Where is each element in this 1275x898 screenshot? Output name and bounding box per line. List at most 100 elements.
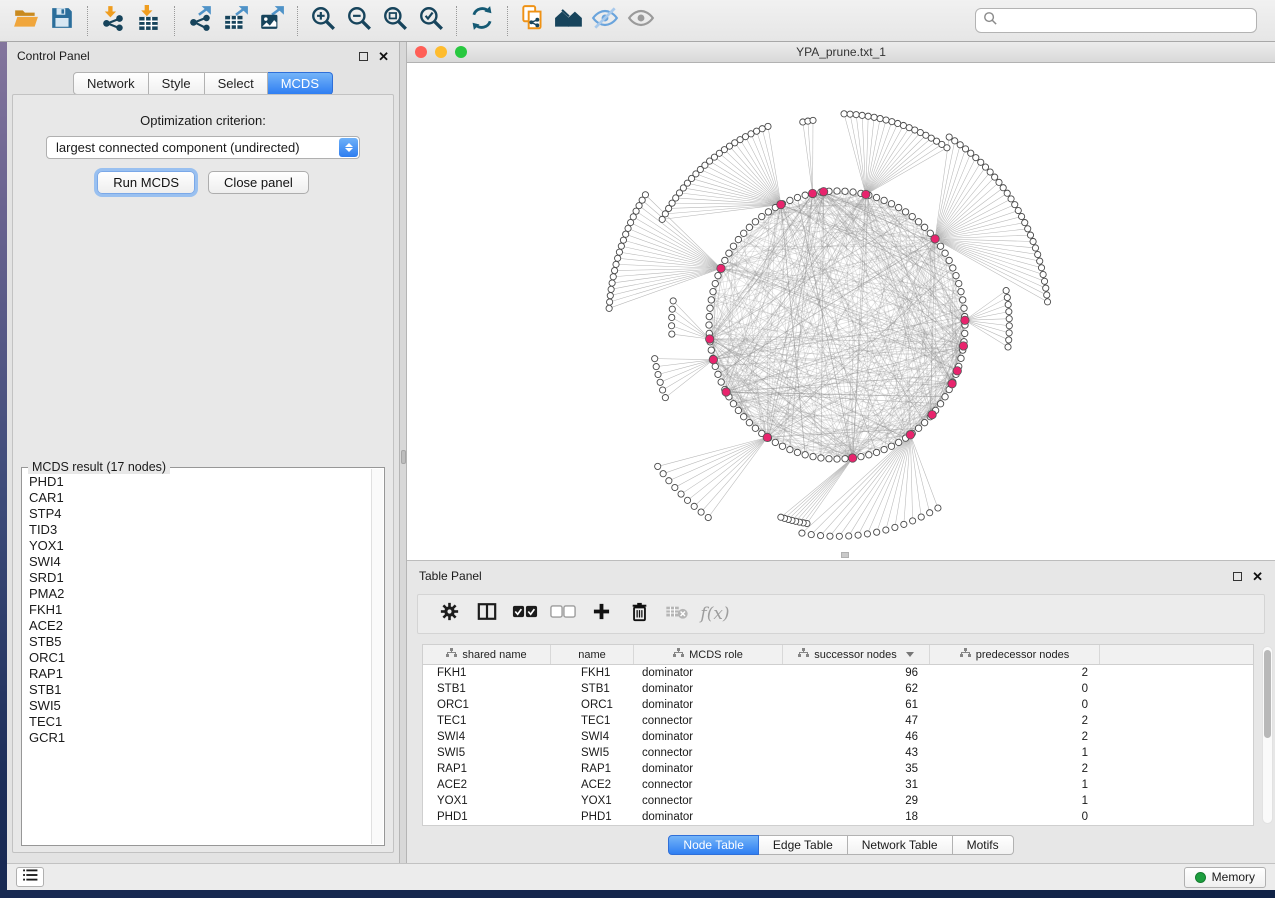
- import-table-button[interactable]: [131, 4, 167, 38]
- search-field[interactable]: [975, 8, 1257, 33]
- mcds-result-item[interactable]: ORC1: [29, 650, 370, 666]
- tab-select[interactable]: Select: [205, 72, 268, 95]
- export-network-button[interactable]: [182, 4, 218, 38]
- mcds-result-item[interactable]: SWI4: [29, 554, 370, 570]
- tab-edge-table[interactable]: Edge Table: [759, 835, 848, 855]
- mcds-result-item[interactable]: STB5: [29, 634, 370, 650]
- mcds-result-item[interactable]: ACE2: [29, 618, 370, 634]
- toolbar-separator: [297, 6, 298, 36]
- table-panel: Table Panel ✕ f(x) shared: [407, 560, 1275, 863]
- mcds-result-item[interactable]: TEC1: [29, 714, 370, 730]
- mcds-result-item[interactable]: PMA2: [29, 586, 370, 602]
- mcds-result-item[interactable]: TID3: [29, 522, 370, 538]
- refresh-icon: [469, 5, 495, 36]
- splitter-grip[interactable]: [401, 450, 406, 464]
- deselect-all-rows-button[interactable]: [544, 598, 582, 630]
- network-titlebar[interactable]: YPA_prune.txt_1: [407, 42, 1275, 63]
- zoom-in-button[interactable]: [305, 4, 341, 38]
- vertical-splitter[interactable]: [400, 42, 407, 863]
- network-canvas[interactable]: [407, 63, 1275, 560]
- mcds-result-item[interactable]: RAP1: [29, 666, 370, 682]
- search-input[interactable]: [998, 14, 1249, 28]
- table-row[interactable]: SWI4SWI4dominator462: [423, 729, 1253, 745]
- cell-successor-nodes: 31: [783, 779, 930, 791]
- task-history-button[interactable]: [16, 867, 44, 887]
- optimization-criterion-select[interactable]: largest connected component (undirected): [46, 136, 360, 159]
- table-settings-button[interactable]: [430, 598, 468, 630]
- export-image-button[interactable]: [254, 4, 290, 38]
- refresh-layout-button[interactable]: [464, 4, 500, 38]
- run-mcds-button[interactable]: Run MCDS: [97, 171, 195, 194]
- mcds-result-item[interactable]: SRD1: [29, 570, 370, 586]
- column-header-predecessor-nodes[interactable]: predecessor nodes: [930, 645, 1100, 664]
- close-table-panel-icon[interactable]: ✕: [1252, 572, 1263, 581]
- cell-shared-name: PHD1: [423, 811, 551, 823]
- mcds-result-item[interactable]: STP4: [29, 506, 370, 522]
- table-row[interactable]: YOX1YOX1connector291: [423, 793, 1253, 809]
- mcds-tab-content: Optimization criterion: largest connecte…: [12, 94, 394, 853]
- select-all-rows-button[interactable]: [506, 598, 544, 630]
- save-session-button[interactable]: [44, 4, 80, 38]
- column-header-successor-nodes[interactable]: successor nodes: [783, 645, 930, 664]
- tab-style[interactable]: Style: [149, 72, 205, 95]
- tab-motifs[interactable]: Motifs: [953, 835, 1014, 855]
- column-header-MCDS-role[interactable]: MCDS role: [634, 645, 783, 664]
- memory-button[interactable]: Memory: [1184, 867, 1266, 888]
- table-row[interactable]: RAP1RAP1dominator352: [423, 761, 1253, 777]
- close-panel-button[interactable]: Close panel: [208, 171, 309, 194]
- eye-slash-icon: [591, 6, 619, 35]
- table-panel-title: Table Panel: [419, 569, 482, 583]
- export-table-button[interactable]: [218, 4, 254, 38]
- zoom-out-button[interactable]: [341, 4, 377, 38]
- table-row[interactable]: SWI5SWI5connector431: [423, 745, 1253, 761]
- float-panel-icon[interactable]: [359, 52, 368, 61]
- cell-name: ORC1: [551, 699, 634, 711]
- column-header-shared-name[interactable]: shared name: [423, 645, 551, 664]
- table-row[interactable]: STB1STB1dominator620: [423, 681, 1253, 697]
- cell-shared-name: RAP1: [423, 763, 551, 775]
- new-network-from-selection-button[interactable]: [515, 4, 551, 38]
- table-row[interactable]: TEC1TEC1connector472: [423, 713, 1253, 729]
- open-session-button[interactable]: [8, 4, 44, 38]
- create-column-button[interactable]: [582, 598, 620, 630]
- import-table-icon: [136, 5, 162, 36]
- mcds-list-scrollbar[interactable]: [371, 469, 383, 844]
- function-builder-button[interactable]: f(x): [696, 598, 734, 630]
- mcds-result-item[interactable]: CAR1: [29, 490, 370, 506]
- show-all-button[interactable]: [623, 4, 659, 38]
- delete-table-button[interactable]: [658, 598, 696, 630]
- toggle-column-view-button[interactable]: [468, 598, 506, 630]
- mcds-result-item[interactable]: STB1: [29, 682, 370, 698]
- tab-network[interactable]: Network: [73, 72, 149, 95]
- table-row[interactable]: ACE2ACE2connector311: [423, 777, 1253, 793]
- zoom-selected-button[interactable]: [413, 4, 449, 38]
- tab-mcds[interactable]: MCDS: [268, 72, 333, 95]
- mcds-result-list[interactable]: PHD1CAR1STP4TID3YOX1SWI4SRD1PMA2FKH1ACE2…: [24, 470, 370, 843]
- hide-selected-button[interactable]: [587, 4, 623, 38]
- mcds-result-item[interactable]: YOX1: [29, 538, 370, 554]
- first-neighbors-button[interactable]: [551, 4, 587, 38]
- cell-shared-name: YOX1: [423, 795, 551, 807]
- zoom-in-icon: [310, 5, 336, 36]
- mcds-result-item[interactable]: GCR1: [29, 730, 370, 746]
- close-panel-icon[interactable]: ✕: [378, 52, 389, 61]
- mcds-result-item[interactable]: SWI5: [29, 698, 370, 714]
- mcds-result-item[interactable]: PHD1: [29, 474, 370, 490]
- table-scrollbar-thumb[interactable]: [1264, 650, 1271, 738]
- zoom-fit-button[interactable]: [377, 4, 413, 38]
- import-network-button[interactable]: [95, 4, 131, 38]
- table-row[interactable]: ORC1ORC1dominator610: [423, 697, 1253, 713]
- tab-network-table[interactable]: Network Table: [848, 835, 953, 855]
- table-row[interactable]: FKH1FKH1dominator962: [423, 665, 1253, 681]
- cell-MCDS-role: connector: [634, 795, 783, 807]
- table-row[interactable]: PHD1PHD1dominator180: [423, 809, 1253, 825]
- float-table-panel-icon[interactable]: [1233, 572, 1242, 581]
- horizontal-splitter-grip[interactable]: [841, 552, 849, 558]
- tab-node-table[interactable]: Node Table: [668, 835, 759, 855]
- mcds-result-item[interactable]: FKH1: [29, 602, 370, 618]
- tree-icon: [798, 648, 809, 661]
- column-header-name[interactable]: name: [551, 645, 634, 664]
- delete-column-button[interactable]: [620, 598, 658, 630]
- cell-MCDS-role: dominator: [634, 731, 783, 743]
- table-scrollbar[interactable]: [1262, 646, 1273, 824]
